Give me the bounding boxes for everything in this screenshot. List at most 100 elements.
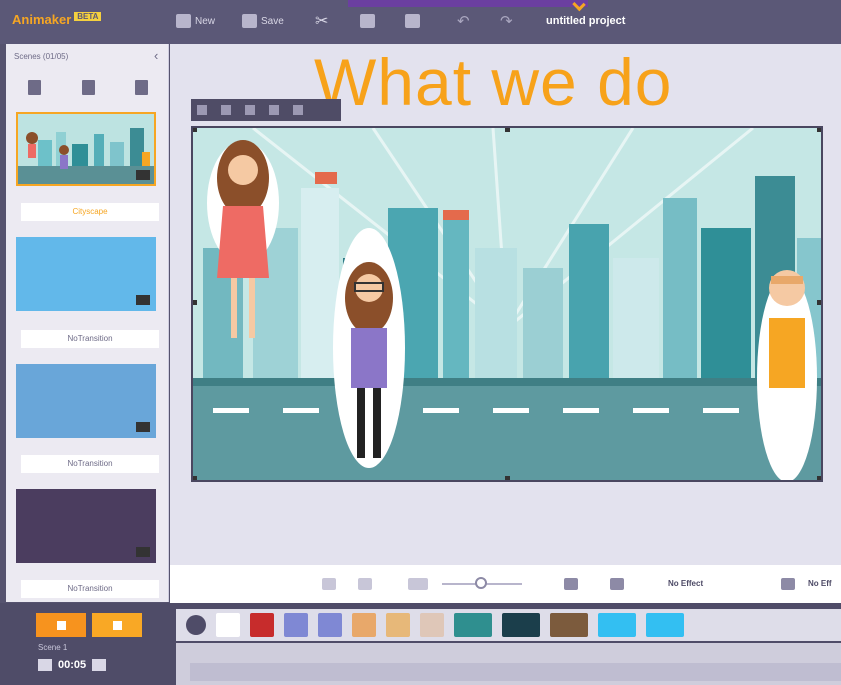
copy-icon bbox=[360, 14, 375, 28]
copy-button[interactable] bbox=[360, 11, 375, 31]
timeline-item[interactable] bbox=[598, 613, 636, 637]
new-file-icon bbox=[176, 14, 191, 28]
play-all-button[interactable] bbox=[92, 613, 142, 637]
scenes-panel: Scenes (01/05) ‹ Cityscape NoTransition … bbox=[6, 44, 169, 602]
timeline-item[interactable] bbox=[352, 613, 376, 637]
shrink-icon[interactable] bbox=[358, 578, 372, 590]
scene-name[interactable]: NoTransition bbox=[21, 455, 159, 473]
timeline-panel: Scene 1 00:05 bbox=[0, 603, 841, 685]
crop-icon[interactable] bbox=[245, 105, 255, 115]
scene-thumbnail[interactable] bbox=[16, 112, 156, 186]
new-label: New bbox=[195, 15, 216, 27]
grid-icon[interactable] bbox=[408, 578, 428, 590]
current-scene-label: Scene 1 bbox=[38, 643, 68, 652]
resize-handle[interactable] bbox=[193, 476, 197, 480]
camera-icon[interactable] bbox=[186, 615, 206, 635]
project-title[interactable]: untitled project bbox=[546, 15, 625, 27]
beta-badge: BETA bbox=[74, 12, 102, 21]
scene-duration[interactable]: 00:05 bbox=[58, 659, 86, 671]
character-woman-purple bbox=[333, 228, 405, 468]
road bbox=[193, 383, 821, 480]
timeline-item[interactable] bbox=[502, 613, 540, 637]
resize-handle[interactable] bbox=[817, 300, 821, 305]
stage-canvas: What we do bbox=[170, 44, 841, 565]
scenes-heading: Scenes (01/05) bbox=[14, 52, 69, 61]
undo-icon: ↶ bbox=[457, 13, 470, 30]
stage-title-text[interactable]: What we do bbox=[314, 44, 673, 120]
resize-handle[interactable] bbox=[193, 128, 197, 132]
undo-button[interactable]: ↶ bbox=[457, 11, 470, 31]
timeline-items bbox=[176, 609, 841, 641]
stage-controls: No Effect No Eff bbox=[170, 565, 841, 603]
effect-label[interactable]: No Effect bbox=[668, 579, 703, 588]
duration-badge bbox=[136, 295, 150, 305]
animaker-app: Animaker BETA New Save ✂ ↶ ↷ untitled pro… bbox=[0, 0, 841, 685]
play-scene-button[interactable] bbox=[36, 613, 86, 637]
logo-text: Animaker bbox=[12, 12, 72, 27]
time-control: 00:05 bbox=[38, 659, 107, 671]
add-scene-icon[interactable] bbox=[28, 80, 41, 95]
timeline-item[interactable] bbox=[318, 613, 342, 637]
resize-handle[interactable] bbox=[817, 476, 821, 480]
timeline-controls: Scene 1 00:05 bbox=[0, 603, 172, 685]
layer-icon[interactable] bbox=[221, 105, 231, 115]
duration-badge bbox=[136, 422, 150, 432]
settings-icon[interactable] bbox=[293, 105, 303, 115]
duplicate-scene-icon[interactable] bbox=[81, 80, 95, 95]
select-icon[interactable] bbox=[197, 105, 207, 115]
play-icon bbox=[56, 620, 66, 630]
scene-name[interactable]: Cityscape bbox=[21, 203, 159, 221]
timeline-item[interactable] bbox=[250, 613, 274, 637]
timeline-item[interactable] bbox=[454, 613, 492, 637]
scene-thumbnail[interactable] bbox=[16, 237, 156, 311]
cut-button[interactable]: ✂ bbox=[315, 11, 328, 31]
timeline-ruler bbox=[176, 643, 841, 685]
delete-icon[interactable] bbox=[269, 105, 279, 115]
effect-icon[interactable] bbox=[781, 578, 795, 590]
scene-thumbnail[interactable] bbox=[16, 364, 156, 438]
new-button[interactable]: New bbox=[176, 11, 215, 31]
resize-handle[interactable] bbox=[193, 300, 197, 305]
duration-badge bbox=[136, 547, 150, 557]
timeline-item[interactable] bbox=[216, 613, 240, 637]
header-accent bbox=[348, 0, 588, 7]
decrease-time-icon[interactable] bbox=[38, 659, 52, 671]
resize-handle[interactable] bbox=[505, 128, 510, 132]
timeline-track[interactable] bbox=[190, 663, 841, 681]
timeline-item[interactable] bbox=[386, 613, 410, 637]
resize-handle[interactable] bbox=[817, 128, 821, 132]
exit-effect-icon[interactable] bbox=[610, 578, 624, 590]
scene-thumbnail-art bbox=[18, 114, 154, 184]
chevron-left-icon[interactable]: ‹ bbox=[154, 48, 158, 63]
duration-badge bbox=[136, 170, 150, 180]
timeline-item[interactable] bbox=[420, 613, 444, 637]
save-icon bbox=[242, 14, 257, 28]
city-illustration bbox=[193, 128, 821, 480]
scene-name[interactable]: NoTransition bbox=[21, 580, 159, 598]
scissors-icon: ✂ bbox=[315, 13, 329, 30]
timeline-item[interactable] bbox=[646, 613, 684, 637]
timeline-item[interactable] bbox=[284, 613, 308, 637]
zoom-slider-knob[interactable] bbox=[475, 577, 487, 589]
scene-name[interactable]: NoTransition bbox=[21, 330, 159, 348]
redo-button[interactable]: ↷ bbox=[500, 11, 513, 31]
save-label: Save bbox=[261, 15, 284, 27]
resize-handle[interactable] bbox=[505, 476, 510, 480]
delete-scene-icon[interactable] bbox=[135, 80, 148, 95]
redo-icon: ↷ bbox=[500, 13, 513, 30]
increase-time-icon[interactable] bbox=[92, 659, 107, 671]
paste-icon bbox=[405, 14, 420, 28]
save-button[interactable]: Save bbox=[242, 11, 284, 31]
scene-background[interactable] bbox=[191, 126, 823, 482]
top-toolbar: Animaker BETA New Save ✂ ↶ ↷ untitled pro… bbox=[0, 0, 841, 44]
effect-label-2[interactable]: No Eff bbox=[808, 579, 832, 588]
enter-effect-icon[interactable] bbox=[564, 578, 578, 590]
scene-tools bbox=[28, 80, 148, 95]
fit-screen-icon[interactable] bbox=[322, 578, 336, 590]
paste-button[interactable] bbox=[405, 11, 420, 31]
app-logo: Animaker BETA bbox=[12, 12, 102, 27]
timeline-item[interactable] bbox=[550, 613, 588, 637]
element-toolbar bbox=[191, 99, 341, 121]
play-all-icon bbox=[112, 620, 122, 630]
scene-thumbnail[interactable] bbox=[16, 489, 156, 563]
